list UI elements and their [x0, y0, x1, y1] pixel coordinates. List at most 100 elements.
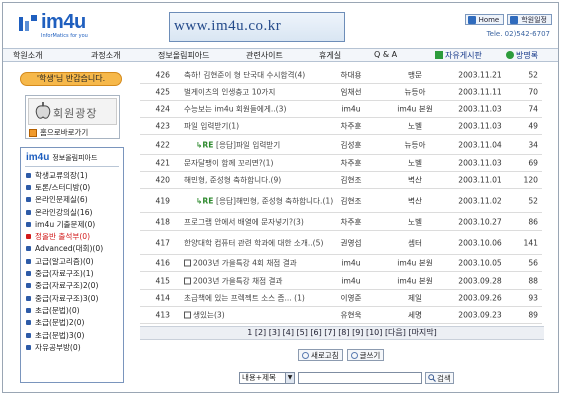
table-row: 426 축하! 김현준이 형 단국대 수시합격(4) 하대용 맹문 2003.1…	[140, 67, 542, 84]
board-link[interactable]: 온라인강의실(16)	[23, 206, 123, 218]
post-author[interactable]: 차주훈	[326, 158, 376, 169]
board-link[interactable]: 학생교류의장(1)	[23, 169, 123, 181]
nav-item-related-sites[interactable]: 관련사이트	[246, 50, 283, 61]
post-category: 제일	[408, 293, 422, 303]
board-link[interactable]: Advanced(대회)(0)	[23, 243, 123, 255]
board-link[interactable]: 중급(자료구조)3(0)	[23, 292, 123, 304]
page-last-link[interactable]: [마지막]	[408, 328, 436, 337]
board-link[interactable]: 초급(문법)3(0)	[23, 329, 123, 341]
page-link[interactable]: [9]	[352, 328, 363, 337]
post-title-link[interactable]: 프로그램 안에서 배열에 문자넣기?(3)	[184, 216, 336, 227]
board-link[interactable]: 중급(자료구조)(1)	[23, 267, 123, 279]
post-author[interactable]: 김현조	[326, 175, 376, 186]
shortcut-link[interactable]: 홈으로바로가기	[29, 127, 88, 138]
post-category: 노벨	[408, 158, 422, 168]
site-logo[interactable]: im4u InforMatics for you	[19, 11, 109, 41]
post-title-link[interactable]: 수능보는 im4u 회원들에게..(3)	[184, 104, 336, 115]
post-title-link[interactable]: 문자달팽이 함께 꼬리면?(1)	[184, 158, 336, 169]
post-author[interactable]: 권영섭	[326, 237, 376, 248]
guestbook-icon	[506, 51, 514, 59]
page-link[interactable]: [4]	[283, 328, 294, 337]
post-hits: 49	[528, 121, 538, 131]
domain-banner[interactable]: www.im4u.co.kr	[169, 12, 345, 42]
page-link-current[interactable]: 1	[247, 328, 252, 337]
post-author[interactable]: im4u	[326, 259, 376, 268]
page-link[interactable]: [5]	[297, 328, 308, 337]
post-number: 426	[155, 70, 171, 80]
page-link[interactable]: [2]	[255, 328, 266, 337]
post-title-link[interactable]: ↳RE [응답]파일 입력받기	[196, 139, 336, 150]
nav-item-academy[interactable]: 학원소개	[13, 50, 42, 61]
nav-item-lounge[interactable]: 휴게실	[319, 50, 341, 61]
reply-arrow-icon: ↳RE	[196, 140, 217, 149]
board-link[interactable]: im4u 기출문제(0)	[23, 218, 123, 230]
post-title-link[interactable]: 한양대학 컴퓨터 관련 학과에 대한 소개..(5)	[184, 237, 336, 248]
post-author[interactable]: 김성훈	[326, 139, 376, 150]
nav-item-free-board[interactable]: 자유게시판	[435, 50, 482, 61]
welcome-message: '학생'님 반갑습니다.	[20, 72, 122, 86]
post-title-link[interactable]: 2003년 가을특강 4회 채점 결과	[184, 258, 336, 269]
bullet-icon	[26, 197, 31, 203]
board-link-attendance[interactable]: 정올반 출석부(0)	[23, 230, 123, 242]
post-author[interactable]: 하대용	[326, 70, 376, 81]
page-link[interactable]: [6]	[310, 328, 321, 337]
post-author[interactable]: 임채선	[326, 87, 376, 98]
board-link[interactable]: 초급(문법)2(0)	[23, 317, 123, 329]
post-date: 2003.11.04	[458, 140, 502, 149]
board-link[interactable]: 초급(문법)(0)	[23, 304, 123, 316]
page-link[interactable]: [3]	[269, 328, 280, 337]
board-link[interactable]: 중급(자료구조)2(0)	[23, 280, 123, 292]
post-author[interactable]: 이영준	[326, 293, 376, 304]
post-category: im4u 본원	[397, 104, 433, 114]
page-link[interactable]: [7]	[324, 328, 335, 337]
post-title-link[interactable]: 초급책에 있는 프렉젝트 소스 좀... (1)	[184, 293, 336, 304]
post-title-link[interactable]: 생있는(3)	[184, 310, 336, 321]
member-plaza-button[interactable]: 회원광장	[28, 98, 117, 125]
disk-icon	[184, 311, 191, 319]
post-title-link[interactable]: 해민형, 준성형 축하합니다.(9)	[184, 175, 336, 186]
pagination: 1 [2] [3] [4] [5] [6] [7] [8] [9] [10] […	[140, 326, 544, 340]
board-link[interactable]: 온라인문제실(6)	[23, 194, 123, 206]
board-link[interactable]: 고급(알고리즘)(0)	[23, 255, 123, 267]
schedule-button[interactable]: 학원일정	[507, 14, 552, 25]
board-link[interactable]: 자유공부방(0)	[23, 341, 123, 353]
board-link-label: 중급(자료구조)3(0)	[35, 293, 99, 303]
post-title-link[interactable]: 벌게이츠의 인생충고 10가지	[184, 87, 336, 98]
board-link-label: 초급(문법)(0)	[35, 305, 80, 315]
search-field-select[interactable]: 내용+제목 ▼	[239, 372, 295, 384]
post-author[interactable]: 차주훈	[326, 121, 376, 132]
page-link[interactable]: [10]	[366, 328, 382, 337]
board-link[interactable]: 토론/스터디방(0)	[23, 181, 123, 193]
post-date: 2003.11.11	[458, 87, 502, 97]
nav-item-olympiad[interactable]: 정보올림피아드	[158, 50, 210, 61]
post-hits: 56	[528, 258, 538, 268]
search-button[interactable]: 검색	[425, 372, 454, 384]
logo-mark-icon	[19, 15, 37, 31]
page-link[interactable]: [8]	[338, 328, 349, 337]
post-date: 2003.10.06	[458, 238, 502, 247]
write-button[interactable]: 글쓰기	[346, 349, 385, 361]
home-button[interactable]: Home	[464, 14, 505, 25]
nav-item-qna[interactable]: Q & A	[374, 50, 397, 59]
page-next-link[interactable]: [다음]	[385, 328, 406, 337]
search-input[interactable]	[298, 372, 422, 384]
post-title-link[interactable]: 축하! 김현준이 형 단국대 수시합격(4)	[184, 70, 336, 81]
post-author[interactable]: im4u	[326, 276, 376, 285]
nav-item-courses[interactable]: 과정소개	[91, 50, 120, 61]
post-author[interactable]: 김현조	[326, 195, 376, 206]
search-button-label: 검색	[437, 373, 451, 383]
refresh-button[interactable]: 새로고침	[298, 349, 343, 361]
refresh-label: 새로고침	[311, 350, 339, 360]
board-link-label: 자유공부방(0)	[35, 342, 81, 352]
nav-item-guestbook[interactable]: 방명록	[506, 50, 538, 61]
post-number: 415	[155, 276, 171, 285]
post-author[interactable]: 차주훈	[326, 216, 376, 227]
post-title-link[interactable]: 2003년 가을특강 채점 결과	[184, 275, 336, 286]
post-title-link[interactable]: ↳RE [응답]해민형, 준성형 축하합니다.(1)	[196, 195, 336, 206]
post-author[interactable]: 유현욱	[326, 310, 376, 321]
post-author[interactable]: im4u	[326, 105, 376, 114]
bullet-icon	[26, 221, 31, 227]
post-title-link[interactable]: 파일 입력받기(1)	[184, 121, 336, 132]
board-divider	[25, 166, 119, 167]
disk-icon	[184, 277, 191, 284]
